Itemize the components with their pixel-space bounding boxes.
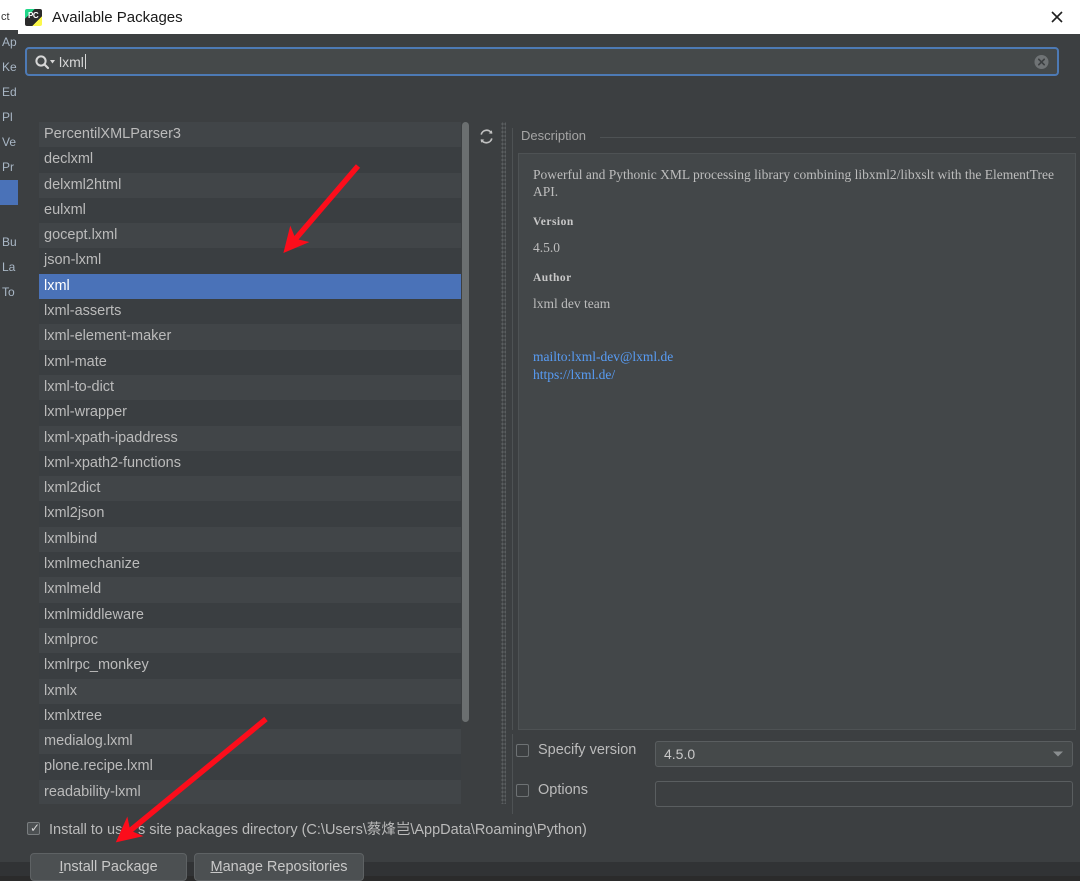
description-author-label: Author [533,272,1061,284]
dialog-titlebar: PC Available Packages [18,0,1080,34]
package-list-item[interactable]: lxml2dict [39,476,469,501]
ide-sidebar-item[interactable]: Pr [0,155,18,180]
ide-sidebar-item[interactable]: La [0,255,18,280]
manage-repositories-button[interactable]: Manage Repositories [194,853,364,881]
package-list-item[interactable]: lxmlmiddleware [39,603,469,628]
package-list-item[interactable]: PercentilXMLParser3 [39,122,469,147]
description-link-home[interactable]: https://lxml.de/ [533,366,1061,384]
ide-sidebar-item[interactable] [0,180,18,205]
install-to-user-site-row: ✓ Install to user's site packages direct… [27,818,587,839]
available-packages-dialog: PC Available Packages lxml [18,0,1080,862]
package-list-item[interactable]: readability-lxml [39,780,469,804]
options-row: Options [516,782,588,798]
package-list-item[interactable]: gocept.lxml [39,223,469,248]
specify-version-row: Specify version [516,742,636,758]
ide-sidebar-item[interactable]: Bu [0,230,18,255]
options-checkbox[interactable] [516,784,529,797]
package-list-item[interactable]: lxmlxtree [39,704,469,729]
package-list-item[interactable]: lxml-asserts [39,299,469,324]
pycharm-icon: PC [25,9,42,26]
ide-sidebar-item[interactable]: To [0,280,18,305]
search-row: lxml [25,47,1059,76]
package-list-item[interactable]: lxmlrpc_monkey [39,653,469,678]
dialog-body: lxml PercentilXMLParser3declxmldelxml2ht… [18,34,1080,862]
scrollbar-thumb[interactable] [462,122,469,722]
specify-version-label: Specify version [538,742,636,758]
description-version-label: Version [533,216,1061,228]
package-list-item[interactable]: delxml2html [39,173,469,198]
description-links: mailto:lxml-dev@lxml.de https://lxml.de/ [533,348,1061,384]
text-caret [85,54,86,69]
panel-splitter[interactable] [501,122,506,804]
refresh-button[interactable] [476,126,496,146]
clear-icon[interactable] [1034,54,1049,69]
description-content: Powerful and Pythonic XML processing lib… [518,153,1076,730]
package-list-item[interactable]: lxml-to-dict [39,375,469,400]
manage-repositories-mnemonic: M [210,859,222,875]
package-list-item[interactable]: lxml-xpath-ipaddress [39,426,469,451]
package-list-item[interactable]: lxmlmeld [39,577,469,602]
package-list-item[interactable]: lxmlx [39,679,469,704]
package-list-item[interactable]: eulxml [39,198,469,223]
description-version-value: 4.5.0 [533,240,1061,256]
description-author-value: lxml dev team [533,296,1061,312]
ide-sidebar-item[interactable]: Ve [0,130,18,155]
pycharm-icon-glyph: PC [28,11,38,20]
package-list-item[interactable]: lxml-wrapper [39,400,469,425]
ide-sidebar-item[interactable]: Pl [0,105,18,130]
package-list-scrollbar[interactable] [461,122,470,804]
close-button[interactable] [1034,0,1080,34]
refresh-icon [478,128,495,145]
package-list-item[interactable]: medialog.lxml [39,729,469,754]
close-icon [1050,10,1064,24]
package-list-item[interactable]: lxml-element-maker [39,324,469,349]
ide-sidebar-item[interactable]: Ed [0,80,18,105]
description-legend: Description [518,128,591,143]
package-list-item[interactable]: lxml-xpath2-functions [39,451,469,476]
description-legend-line [600,137,1076,138]
search-icon [34,54,56,70]
checkmark-icon: ✓ [30,822,40,835]
install-package-label: nstall Package [63,859,157,875]
dialog-title: Available Packages [52,9,183,26]
options-label: Options [538,782,588,798]
description-group: Description Powerful and Pythonic XML pr… [512,128,1076,730]
ide-sidebar-item[interactable]: Ap [0,30,18,55]
install-package-button[interactable]: Install Package [30,853,187,881]
ide-sidebar-item[interactable]: Ke [0,55,18,80]
package-list-item[interactable]: lxmlproc [39,628,469,653]
package-list[interactable]: PercentilXMLParser3declxmldelxml2htmleul… [39,122,469,804]
package-list-item[interactable]: lxmlbind [39,527,469,552]
package-list-item[interactable]: lxmlmechanize [39,552,469,577]
version-select[interactable]: 4.5.0 [655,741,1073,767]
package-list-item[interactable]: declxml [39,147,469,172]
package-list-item[interactable]: lxml [39,274,469,299]
package-list-item[interactable]: json-lxml [39,248,469,273]
options-input[interactable] [655,781,1073,807]
specify-version-checkbox[interactable] [516,744,529,757]
description-border-left [512,128,513,730]
chevron-down-icon [1053,752,1063,757]
ide-sidebar-item[interactable] [0,205,18,230]
search-input[interactable]: lxml [25,47,1059,76]
version-select-value: 4.5.0 [664,746,695,762]
install-to-user-site-label: Install to user's site packages director… [49,818,587,839]
package-list-item[interactable]: plone.recipe.lxml [39,754,469,779]
description-link-mail[interactable]: mailto:lxml-dev@lxml.de [533,348,1061,366]
package-list-item[interactable]: lxml-mate [39,350,469,375]
description-summary: Powerful and Pythonic XML processing lib… [533,166,1061,200]
install-to-user-site-checkbox[interactable]: ✓ [27,822,40,835]
manage-repositories-label: anage Repositories [223,859,348,875]
package-list-item[interactable]: lxml2json [39,501,469,526]
options-border-left [512,734,513,814]
search-input-value: lxml [59,54,84,70]
ide-settings-sidebar[interactable]: ApKeEdPlVePr BuLaTo [0,30,19,876]
